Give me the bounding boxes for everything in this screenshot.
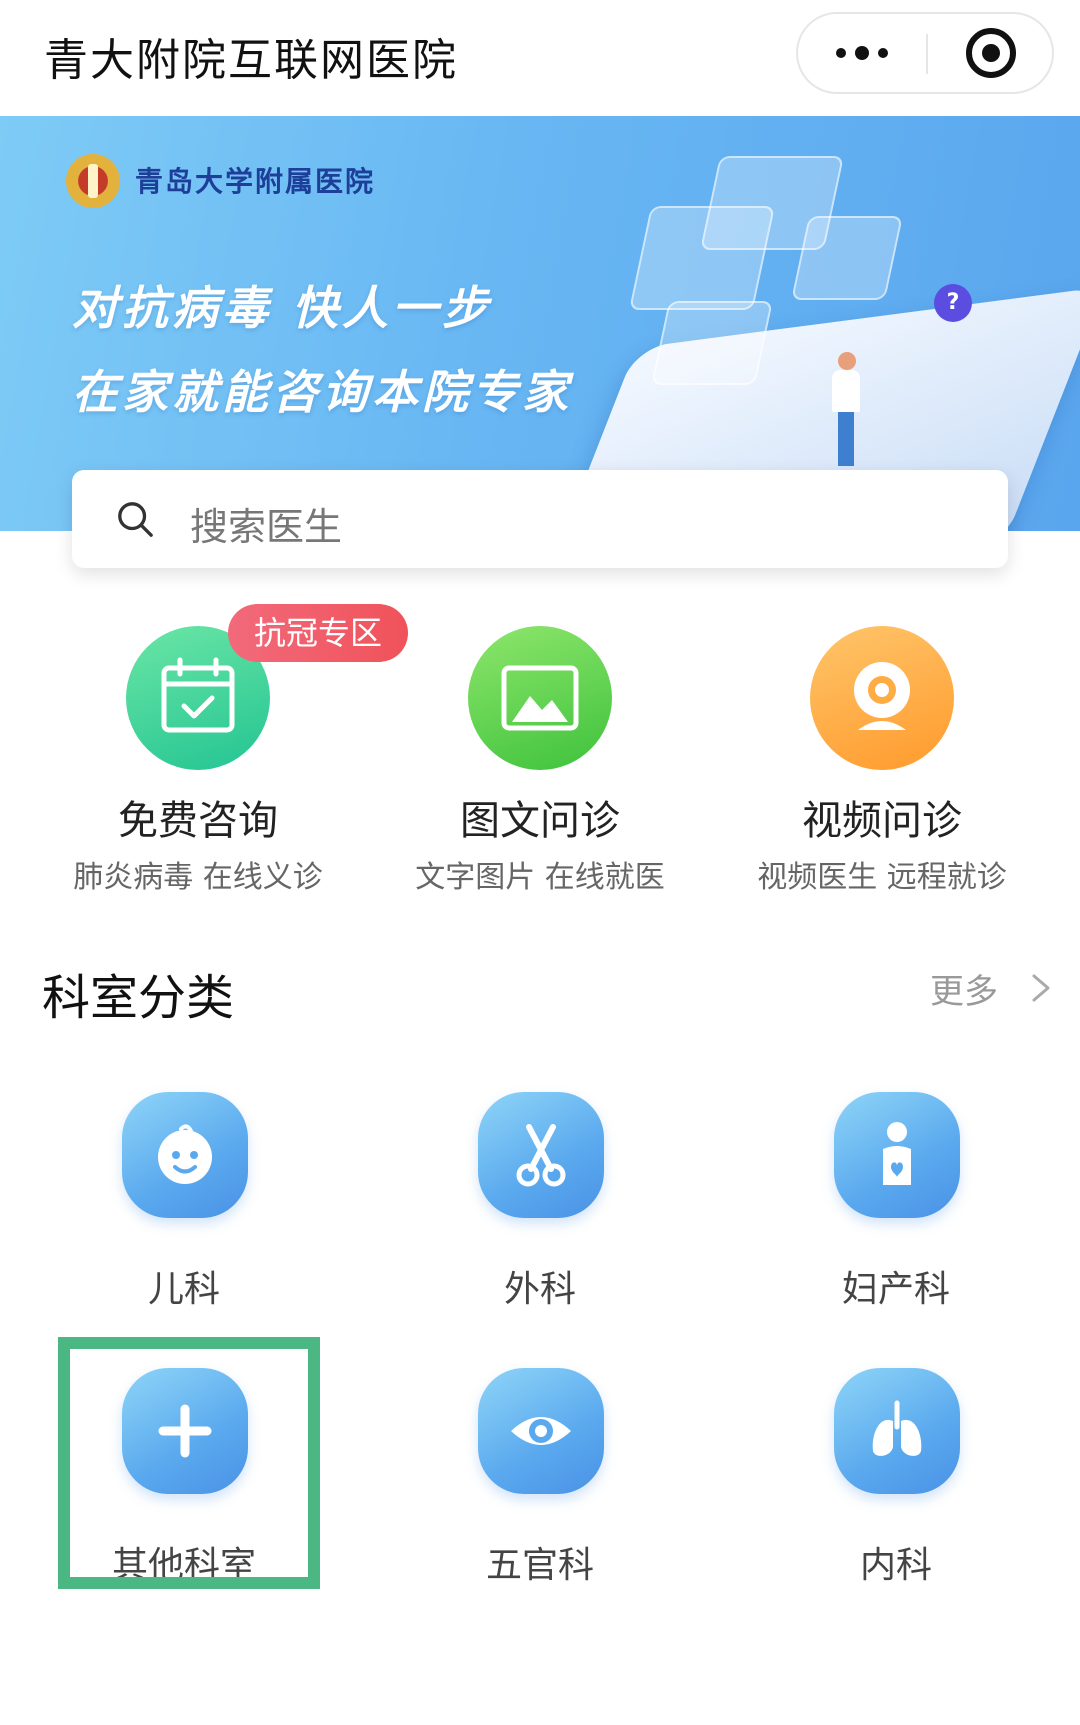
service-free-consult[interactable]: 免费咨询 肺炎病毒 在线义诊 [27, 626, 369, 896]
mother-heart-icon [834, 1092, 960, 1218]
capsule-divider [926, 34, 928, 74]
search-bar[interactable]: 搜索医生 [72, 470, 1008, 568]
more-link[interactable]: 更多 [930, 964, 998, 1013]
service-name: 免费咨询 [118, 798, 278, 844]
target-close-icon[interactable] [966, 28, 1016, 78]
question-bubble-icon: ? [934, 284, 972, 322]
more-dots-icon[interactable] [798, 14, 926, 92]
top-bar: 青大附院互联网医院 [0, 0, 1080, 116]
scissors-icon [478, 1092, 604, 1218]
promo-banner[interactable]: 青岛大学附属医院 对抗病毒 快人一步 在家就能咨询本院专家 ? [0, 116, 1080, 531]
search-icon [118, 502, 153, 537]
chevron-right-icon[interactable] [1024, 968, 1060, 1008]
dept-label: 儿科 [147, 1269, 220, 1310]
floating-window-card-decoration [791, 216, 903, 300]
dept-internal-medicine[interactable]: 内科 [746, 1368, 1046, 1608]
service-subtitle: 视频医生 远程就诊 [757, 860, 1007, 895]
service-image-text-consult[interactable]: 图文问诊 文字图片 在线就医 [369, 626, 711, 896]
person-illustration [838, 352, 856, 370]
hospital-name: 青岛大学附属医院 [135, 165, 376, 198]
selection-highlight [58, 1337, 320, 1589]
service-name: 视频问诊 [802, 798, 962, 844]
dept-pediatrics[interactable]: 儿科 [34, 1092, 334, 1332]
dept-label: 五官科 [485, 1545, 594, 1586]
image-icon [468, 626, 612, 770]
floating-photo-card-decoration [651, 301, 773, 385]
baby-face-icon [122, 1092, 248, 1218]
dept-label: 妇产科 [841, 1269, 950, 1310]
mini-program-capsule [796, 12, 1054, 94]
page-title: 青大附院互联网医院 [44, 35, 458, 86]
service-subtitle: 肺炎病毒 在线义诊 [73, 860, 323, 895]
dept-label: 内科 [859, 1545, 932, 1586]
dept-ent[interactable]: 五官科 [390, 1368, 690, 1608]
person-illustration-body [832, 370, 860, 412]
section-title: 科室分类 [42, 970, 235, 1026]
person-illustration-legs [838, 412, 854, 466]
service-subtitle: 文字图片 在线就医 [415, 860, 665, 895]
service-video-consult[interactable]: 视频问诊 视频医生 远程就诊 [711, 626, 1053, 896]
search-input[interactable]: 搜索医生 [190, 496, 342, 551]
dept-label: 外科 [503, 1269, 576, 1310]
banner-slogan-line2: 在家就能咨询本院专家 [72, 365, 572, 419]
webcam-icon [810, 626, 954, 770]
eye-icon [478, 1368, 604, 1494]
lungs-icon [834, 1368, 960, 1494]
hospital-logo-icon [66, 154, 120, 208]
dept-surgery[interactable]: 外科 [390, 1092, 690, 1332]
banner-slogan-line1: 对抗病毒 快人一步 [72, 281, 493, 335]
dept-obstetrics-gynecology[interactable]: 妇产科 [746, 1092, 1046, 1332]
service-name: 图文问诊 [460, 798, 620, 844]
